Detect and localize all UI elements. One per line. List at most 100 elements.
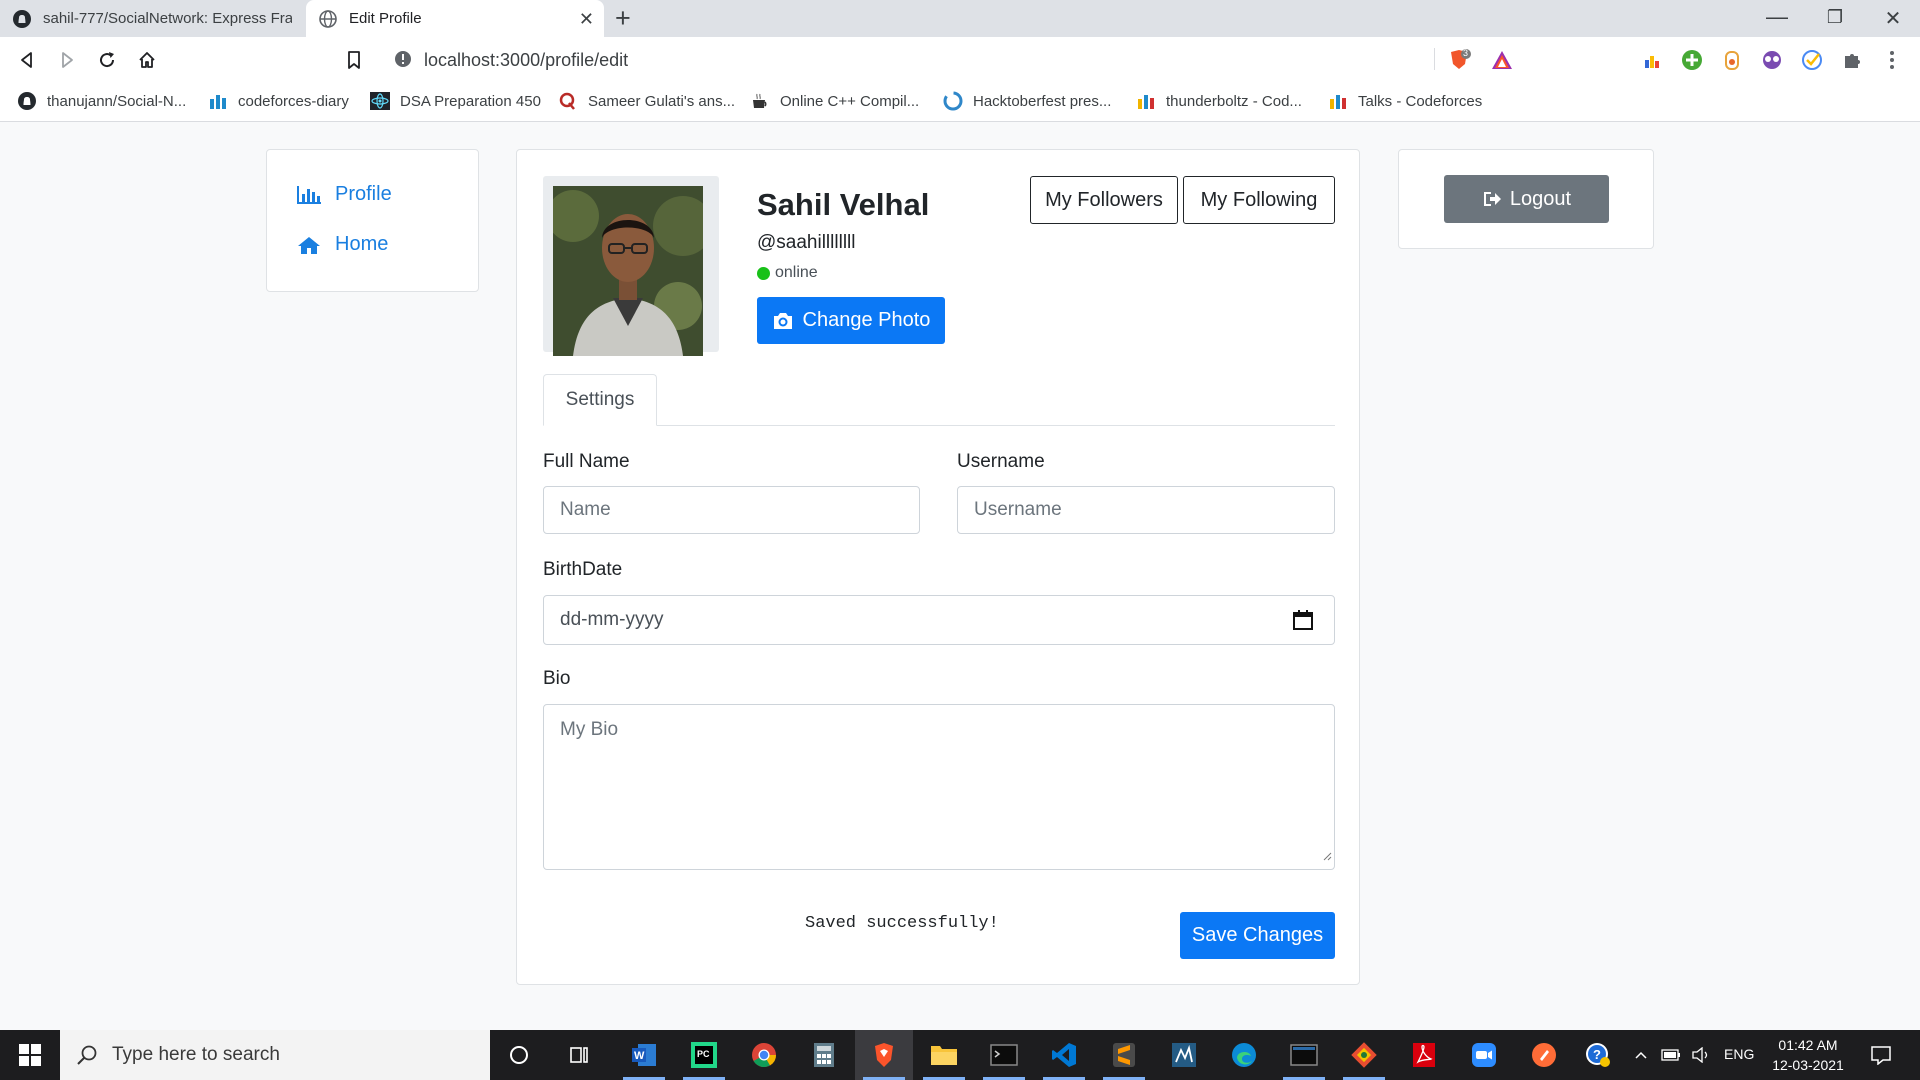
username-label: Username [957,451,1045,472]
cortana-icon[interactable] [490,1030,548,1080]
acrobat-icon[interactable] [1395,1030,1453,1080]
avatar[interactable] [553,186,703,356]
sidebar-item-profile[interactable]: Profile [297,183,392,206]
bookmark-talks-codeforces[interactable]: Talks - Codeforces [1328,91,1482,111]
clock[interactable]: 01:42 AM 12-03-2021 [1768,1035,1848,1075]
extension-chart-icon[interactable] [1640,48,1664,72]
mysql-workbench-icon[interactable] [1155,1030,1213,1080]
shield-count: 3 [1463,48,1469,58]
bookmark-thunderboltz[interactable]: thunderboltz - Cod... [1136,91,1302,111]
resize-grip-icon[interactable] [1322,845,1332,867]
bookmark-label: Talks - Codeforces [1358,92,1483,110]
bookmark-sameer-gulati[interactable]: Sameer Gulati's ans... [558,91,735,111]
extension-check-icon[interactable] [1800,48,1824,72]
svg-text:W: W [634,1050,645,1062]
language-indicator[interactable]: ENG [1724,1046,1754,1062]
chrome-icon[interactable] [735,1030,793,1080]
birthdate-label: BirthDate [543,559,623,580]
quora-icon [558,91,578,111]
bookmark-label: thanujann/Social-N... [47,92,187,110]
edge-icon[interactable] [1215,1030,1273,1080]
bookmark-thanujann[interactable]: thanujann/Social-N... [17,91,186,111]
help-icon[interactable]: ? [1578,1030,1618,1080]
status-indicator: online [757,264,818,282]
username-input[interactable]: Username [957,486,1335,534]
clock-date: 12-03-2021 [1772,1057,1844,1073]
close-tab-icon[interactable]: ✕ [579,9,594,30]
birthdate-input[interactable]: dd-mm-yyyy [543,595,1335,645]
extension-plus-icon[interactable] [1680,48,1704,72]
battery-icon[interactable] [1656,1030,1686,1080]
my-followers-button[interactable]: My Followers [1030,176,1178,224]
username-placeholder: Username [974,499,1062,520]
restore-icon[interactable]: ❐ [1815,7,1855,28]
home-icon[interactable] [134,47,160,73]
browser-tab-edit-profile[interactable]: Edit Profile ✕ [306,0,604,37]
postman-icon[interactable] [1515,1030,1573,1080]
save-changes-button[interactable]: Save Changes [1180,912,1335,959]
new-tab-button[interactable]: + [615,3,631,34]
extension-mask-icon[interactable] [1760,48,1784,72]
close-window-icon[interactable]: ✕ [1873,6,1913,31]
search-icon [77,1045,97,1065]
zoom-icon[interactable] [1455,1030,1513,1080]
word-icon[interactable]: W [615,1030,673,1080]
bookmark-icon[interactable] [341,47,367,73]
hacktoberfest-icon [943,91,963,111]
sidebar-item-home[interactable]: Home [297,233,388,256]
my-following-button[interactable]: My Following [1183,176,1335,224]
taskbar-search-input[interactable]: Type here to search [60,1030,490,1080]
brave-shield-icon[interactable]: 3 [1447,48,1471,72]
full-name-input[interactable]: Name [543,486,920,534]
address-bar[interactable]: localhost:3000/profile/edit [380,42,1525,76]
bookmark-label: Hacktoberfest pres... [973,92,1112,110]
extension-bottle-icon[interactable] [1720,48,1744,72]
back-icon[interactable] [14,47,40,73]
home-icon [298,236,320,254]
chevron-up-icon[interactable] [1626,1030,1656,1080]
volume-icon[interactable] [1686,1030,1716,1080]
mysql-shell-icon[interactable] [1275,1030,1333,1080]
logout-button[interactable]: Logout [1444,175,1609,223]
bookmark-dsa-preparation[interactable]: DSA Preparation 450 [370,91,541,111]
windows-start-icon[interactable] [0,1030,60,1080]
change-photo-button[interactable]: Change Photo [757,297,945,344]
birthdate-placeholder: dd-mm-yyyy [560,609,664,630]
bookmark-codeforces-diary[interactable]: codeforces-diary [208,91,349,111]
file-explorer-icon[interactable] [915,1030,973,1080]
bio-placeholder: My Bio [560,719,619,740]
bookmark-online-cpp-compiler[interactable]: Online C++ Compil... [750,91,919,111]
browser-tab-github[interactable]: sahil-777/SocialNetwork: Express Fram [0,0,304,37]
url-text: localhost:3000/profile/edit [424,50,629,70]
codeforces-icon [208,91,228,111]
sidebar-nav: Profile Home [266,149,479,292]
clock-time: 01:42 AM [1778,1037,1838,1053]
calculator-icon[interactable] [795,1030,853,1080]
extensions-puzzle-icon[interactable] [1840,48,1864,72]
info-icon[interactable] [394,50,412,73]
tab-settings[interactable]: Settings [543,374,657,426]
forward-icon[interactable] [54,47,80,73]
tab-title: sahil-777/SocialNetwork: Express Fram [43,10,292,27]
terminal-icon[interactable] [975,1030,1033,1080]
brave-rewards-icon[interactable] [1490,48,1514,72]
menu-icon[interactable] [1880,48,1904,72]
brave-browser-icon[interactable] [855,1030,913,1080]
vscode-icon[interactable] [1035,1030,1093,1080]
pycharm-icon[interactable]: PC [675,1030,733,1080]
react-icon [370,91,390,111]
sublime-text-icon[interactable] [1095,1030,1153,1080]
reload-icon[interactable] [94,47,120,73]
bio-textarea[interactable]: My Bio [543,704,1335,870]
task-view-icon[interactable] [550,1030,608,1080]
git-icon[interactable] [1335,1030,1393,1080]
minimize-icon[interactable]: — [1757,4,1797,30]
calendar-icon[interactable] [1292,609,1314,637]
windows-taskbar: Type here to search W PC ? ENG 01:42 AM … [0,1030,1920,1080]
bookmark-label: Sameer Gulati's ans... [588,92,736,110]
notifications-icon[interactable] [1856,1030,1906,1080]
profile-name: Sahil Velhal [757,187,930,222]
browser-tab-strip: sahil-777/SocialNetwork: Express Fram Ed… [0,0,1920,37]
divider [1434,48,1435,70]
bookmark-hacktoberfest[interactable]: Hacktoberfest pres... [943,91,1111,111]
